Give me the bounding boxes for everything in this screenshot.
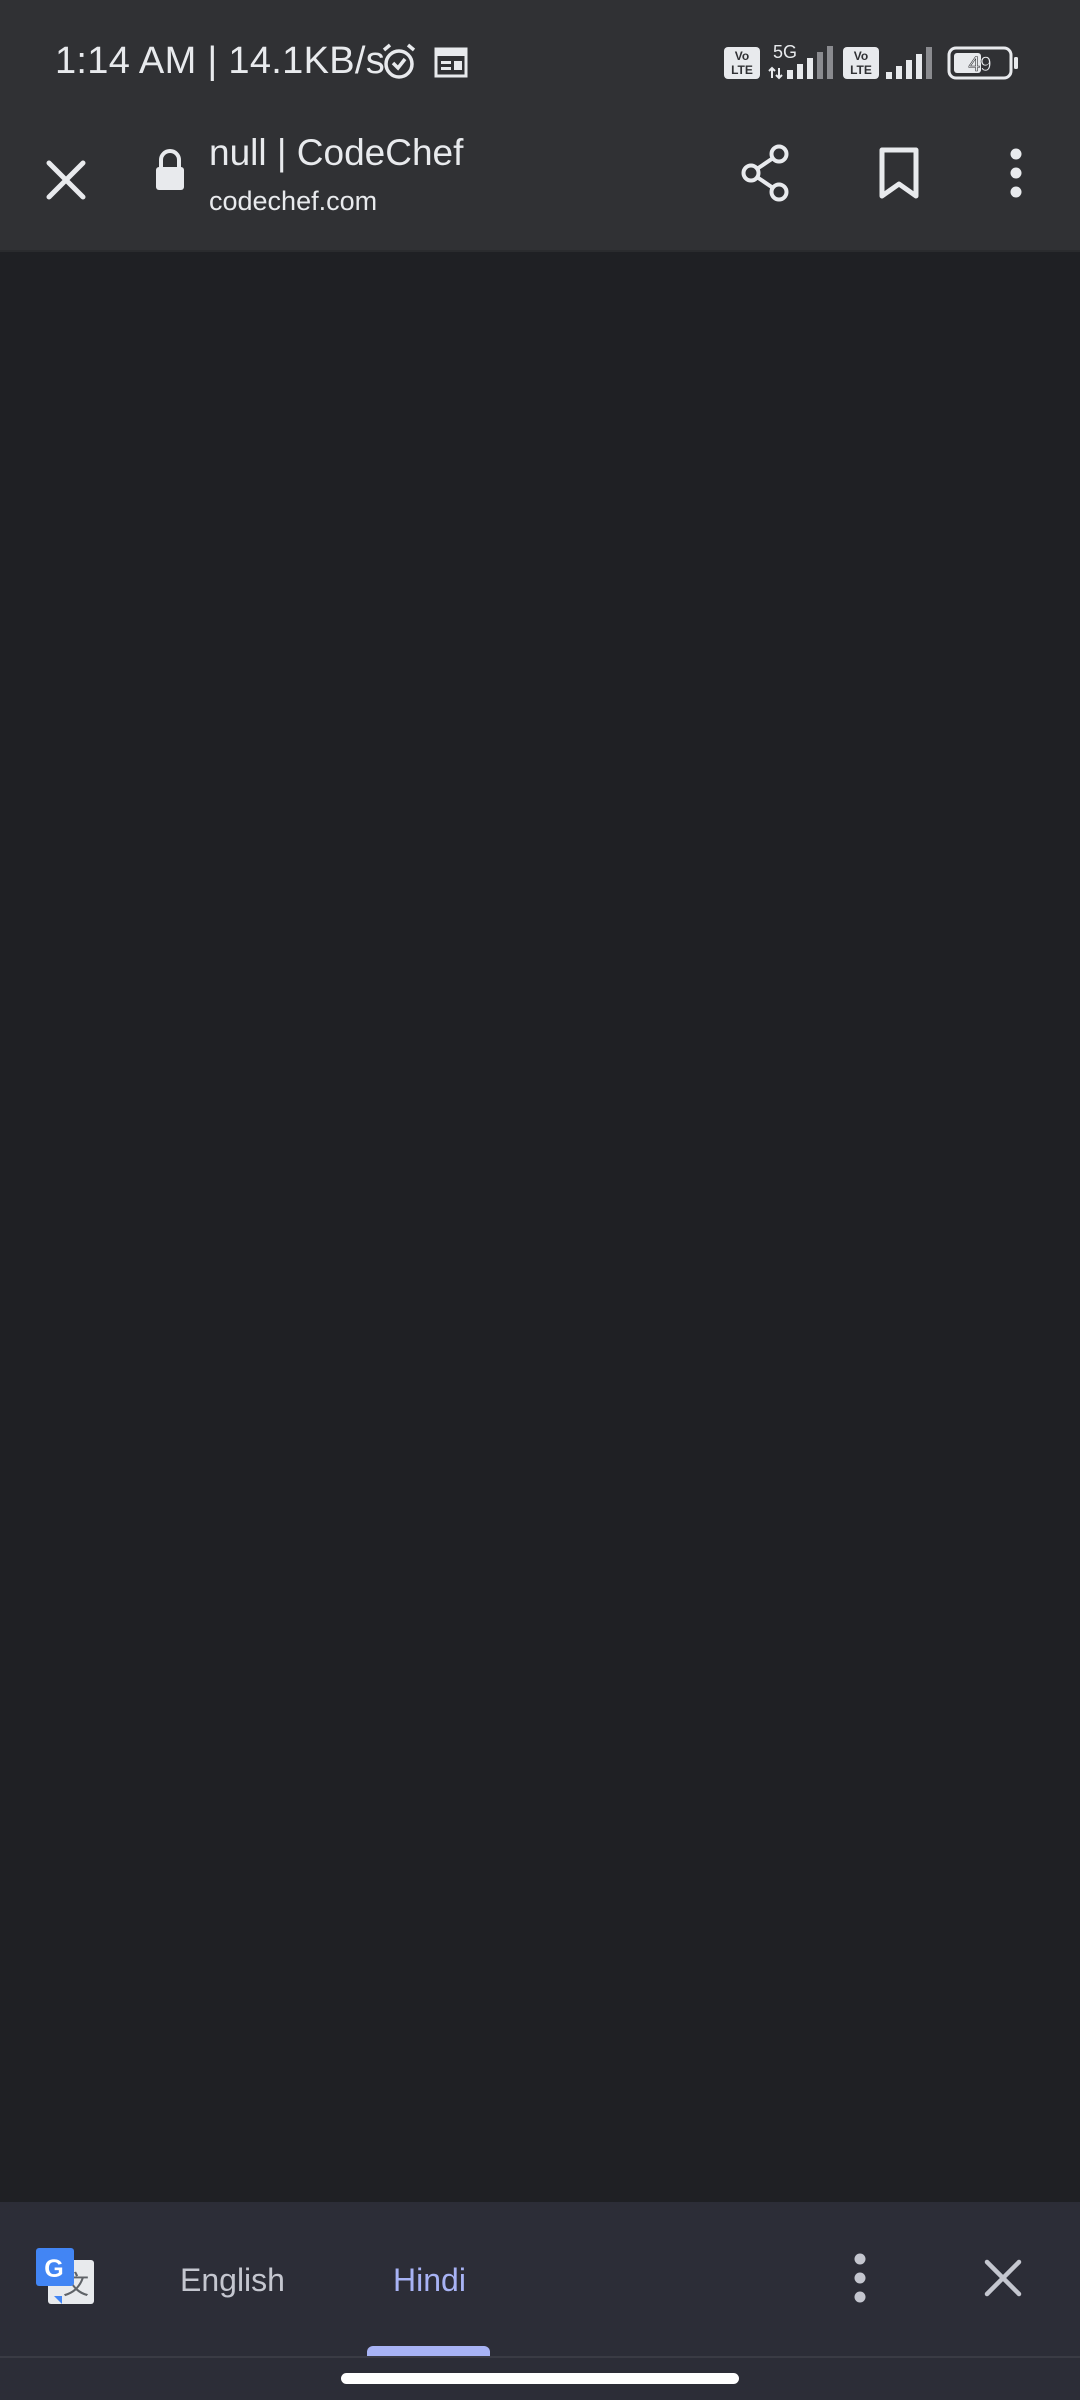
volte-1-icon: Vo LTE (724, 47, 760, 79)
close-tab-button[interactable] (26, 140, 106, 220)
close-translate-button[interactable] (963, 2238, 1043, 2318)
tab-target-language[interactable]: Hindi (393, 2262, 466, 2299)
volte-2-label: Vo (854, 49, 868, 63)
more-vert-icon (854, 2253, 866, 2303)
signal-strength-1-icon (768, 46, 833, 80)
close-icon (984, 2259, 1022, 2297)
volte-1-sublabel: LTE (731, 63, 753, 77)
svg-text:G: G (44, 2255, 63, 2283)
home-gesture-handle[interactable] (341, 2373, 739, 2384)
bookmark-icon (879, 147, 919, 199)
page-url[interactable]: codechef.com (209, 186, 377, 217)
volte-2-icon: Vo LTE (843, 47, 879, 79)
alarm-icon (382, 43, 416, 79)
translate-bar (0, 2202, 1080, 2356)
volte-1-label: Vo (735, 49, 749, 63)
battery-icon: 49 (947, 46, 1018, 80)
share-icon (741, 144, 789, 202)
web-content-area[interactable] (0, 252, 1080, 2202)
status-time-speed: 1:14 AM | 14.1KB/s (55, 40, 386, 82)
page-title[interactable]: null | CodeChef (209, 132, 463, 174)
calendar-icon (434, 47, 468, 78)
battery-level: 49 (968, 53, 991, 76)
lock-icon (156, 149, 184, 190)
more-vert-icon (1010, 148, 1022, 198)
signal-strength-2-icon (886, 47, 932, 79)
volte-2-sublabel: LTE (850, 63, 872, 77)
google-translate-icon[interactable]: 文 G (34, 2246, 98, 2308)
tab-source-language[interactable]: English (180, 2262, 285, 2299)
share-button[interactable] (725, 133, 805, 213)
close-icon (46, 160, 86, 200)
bookmark-button[interactable] (859, 133, 939, 213)
selected-tab-indicator (367, 2346, 490, 2356)
translate-options-button[interactable] (820, 2238, 900, 2318)
more-options-button[interactable] (976, 133, 1056, 213)
